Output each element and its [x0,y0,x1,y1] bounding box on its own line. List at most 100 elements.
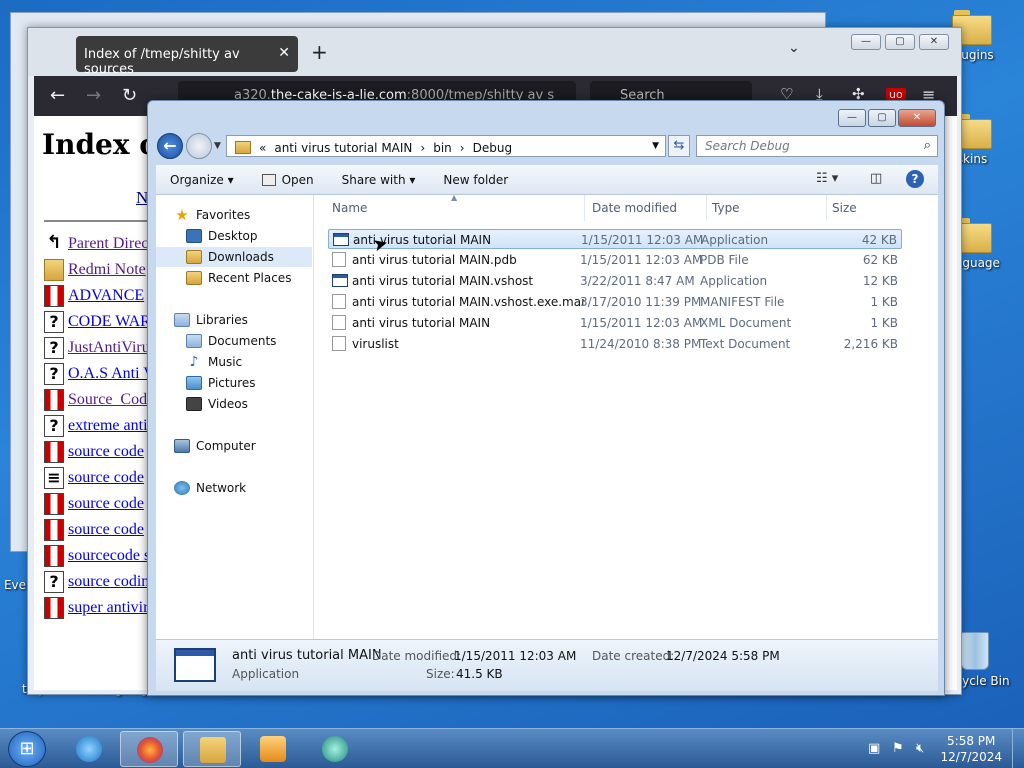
forward-button[interactable] [186,133,212,159]
file-row[interactable]: anti virus tutorial MAIN 1/15/2011 12:03 … [328,313,902,333]
column-separator[interactable] [826,195,827,221]
directory-entry-link[interactable]: CODE WAR [68,313,151,331]
close-button[interactable]: ✕ [919,34,949,50]
column-header-type[interactable]: Type [712,201,740,215]
share-with-button[interactable]: Share with ▾ [328,173,430,187]
file-row[interactable]: anti virus tutorial MAIN.vshost 3/22/2011… [328,271,902,291]
address-dropdown-icon[interactable]: ▼ [652,141,659,151]
directory-entry-link[interactable]: O.A.S Anti V [68,365,155,383]
firefox-icon [137,737,163,763]
refresh-button[interactable]: ⇆ [668,135,690,157]
start-button[interactable]: ⊞ [8,731,46,767]
file-row[interactable]: viruslist 11/24/2010 8:38 PM Text Document… [328,334,902,354]
nav-documents[interactable]: Documents [186,331,276,351]
help-icon[interactable]: ? [906,170,924,188]
directory-entry-link[interactable]: super antivir [68,599,148,617]
nav-music[interactable]: ♪ Music [186,352,243,372]
nav-label: Desktop [208,229,258,243]
desktop-icon-eve[interactable]: Eve [0,578,30,592]
column-separator[interactable] [706,195,707,221]
nav-recent-places[interactable]: Recent Places [186,268,291,288]
explorer-window[interactable]: — ▢ ✕ ← ▼ « anti virus tutorial MAIN › b… [147,100,945,696]
search-debug-input[interactable]: Search Debug ⌕ [696,135,938,157]
tab-close-icon[interactable]: ✕ [278,45,290,61]
details-modified-value: 1/15/2011 12:03 AM [454,649,577,663]
column-header-date-modified[interactable]: Date modified [592,201,677,215]
star-icon: ★ [175,206,189,224]
explorer-window-controls: — ▢ ✕ [838,109,936,127]
directory-entry-link[interactable]: source code [68,521,144,539]
recent-pages-dropdown-icon[interactable]: ▼ [214,141,221,151]
back-button[interactable]: ← [157,133,183,159]
nav-desktop[interactable]: Desktop [186,226,258,246]
tab-title: Index of /tmep/shitty av sources [84,47,240,77]
nav-videos[interactable]: Videos [186,394,248,414]
show-desktop-button[interactable] [1012,729,1024,768]
file-list: ▲ Name Date modified Type Size anti viru… [316,193,938,639]
preview-pane-icon[interactable]: ◫ [870,171,882,186]
directory-entry-link[interactable]: Parent Direc [68,235,148,253]
maximize-button[interactable]: ▢ [868,109,896,127]
directory-entry-link[interactable]: extreme anti [68,417,148,435]
tab-index-of[interactable]: Index of /tmep/shitty av sources ✕ [76,36,298,77]
open-button[interactable]: Open [248,173,328,187]
volume-muted-icon[interactable]: 🔇︎ [916,741,924,756]
back-arrow-icon[interactable]: ← [50,85,65,106]
binary-file-icon [44,441,64,463]
binary-file-icon [44,519,64,541]
breadcrumb-debug[interactable]: Debug [473,141,512,155]
file-type: Application [701,233,769,247]
parent-directory-icon: ↰ [44,233,64,255]
address-bar[interactable]: « anti virus tutorial MAIN › bin › Debug… [226,135,666,157]
minimize-button[interactable]: — [838,109,866,127]
file-row[interactable]: anti virus tutorial MAIN.vshost.exe.mani… [328,292,902,312]
address-chevron[interactable]: « [259,141,266,155]
taskbar-firefox[interactable] [120,731,178,767]
directory-entry-link[interactable]: Source_Cod [68,391,147,409]
search-icon[interactable]: ⌕ [924,138,931,153]
directory-entry-link[interactable]: source code [68,443,144,461]
directory-entry-link[interactable]: source code [68,495,144,513]
nav-label: Pictures [208,376,256,390]
action-center-flag-icon[interactable]: ⚑ [892,741,904,756]
recent-places-icon [186,271,202,285]
nav-pictures[interactable]: Pictures [186,373,256,393]
view-options-icon[interactable]: ☷ ▾ [816,171,838,186]
taskbar-app[interactable] [306,731,364,767]
new-folder-button[interactable]: New folder [429,173,522,187]
column-separator[interactable] [584,195,585,221]
file-icon [332,315,346,330]
clock[interactable]: 5:58 PM 12/7/2024 [940,733,1002,765]
organize-button[interactable]: Organize ▾ [156,173,248,187]
taskbar-internet-explorer[interactable] [60,731,118,767]
breadcrumb-bin[interactable]: bin [433,141,452,155]
list-tabs-icon[interactable]: ⌄ [788,40,800,56]
directory-entry-link[interactable]: source code [68,469,144,487]
directory-entry-link[interactable]: JustAntiViru [68,339,150,357]
taskbar-media-player[interactable] [244,731,302,767]
search-placeholder: Search Debug [705,139,790,153]
file-row[interactable]: anti virus tutorial MAIN.pdb 1/15/2011 12… [328,250,902,270]
taskbar-windows-explorer[interactable] [183,731,241,767]
maximize-button[interactable]: ▢ [885,34,915,50]
column-header-name[interactable]: Name [332,201,367,215]
directory-entry-link[interactable]: source codin [68,573,149,591]
network-tray-icon[interactable]: ▣ [868,741,880,756]
close-button[interactable]: ✕ [898,109,936,127]
nav-network[interactable]: Network [174,478,246,498]
minimize-button[interactable]: — [851,34,881,50]
reload-icon[interactable]: ↻ [122,85,137,106]
explorer-title-bar[interactable]: — ▢ ✕ [148,101,944,131]
directory-entry-link[interactable]: Redmi Note [68,261,146,279]
breadcrumb-anti-virus-tutorial-main[interactable]: anti virus tutorial MAIN [274,141,412,155]
directory-entry-link[interactable]: sourcecode s [68,547,150,565]
column-header-size[interactable]: Size [832,201,857,215]
file-row[interactable]: anti virus tutorial MAIN 1/15/2011 12:03 … [328,229,902,249]
forward-arrow-icon[interactable]: → [86,85,101,106]
new-tab-button[interactable]: + [311,40,328,64]
nav-libraries[interactable]: Libraries [174,310,248,330]
nav-favorites[interactable]: ★ Favorites [174,205,250,225]
nav-downloads[interactable]: Downloads [156,247,312,267]
nav-computer[interactable]: Computer [174,436,256,456]
directory-entry-link[interactable]: ADVANCE [68,287,144,305]
